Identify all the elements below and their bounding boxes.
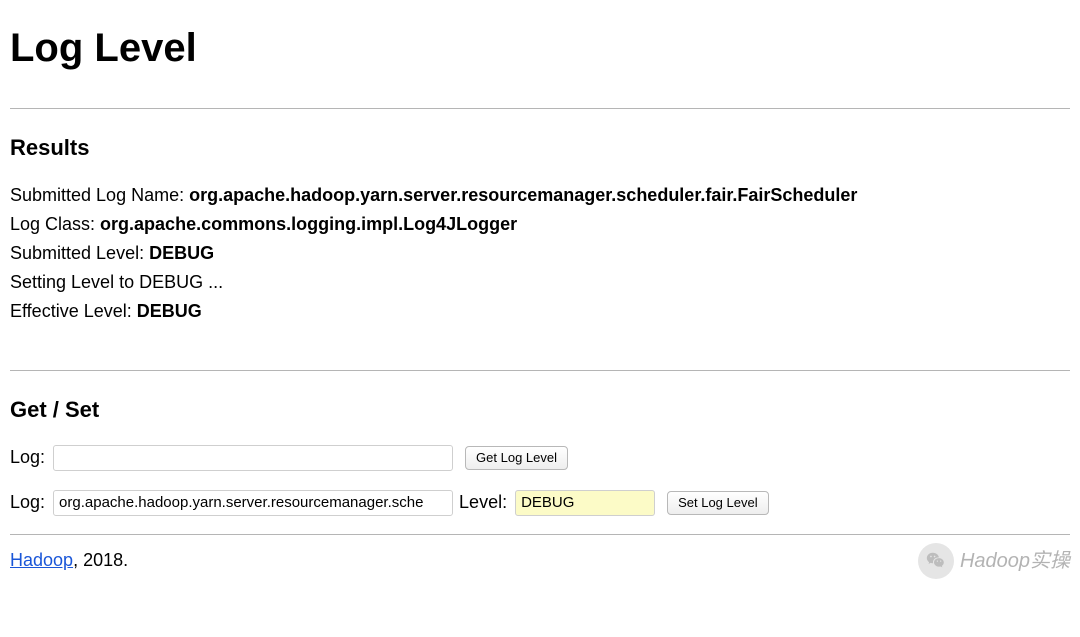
set-level-input[interactable]	[515, 490, 655, 516]
submitted-level-value: DEBUG	[149, 243, 214, 263]
set-level-label: Level:	[459, 489, 507, 516]
hadoop-link[interactable]: Hadoop	[10, 550, 73, 570]
log-class-line: Log Class: org.apache.commons.logging.im…	[10, 211, 1070, 238]
submitted-log-name-value: org.apache.hadoop.yarn.server.resourcema…	[189, 185, 857, 205]
effective-level-label: Effective Level:	[10, 301, 137, 321]
divider-bottom	[10, 534, 1070, 535]
submitted-level-label: Submitted Level:	[10, 243, 149, 263]
page-title: Log Level	[10, 18, 1070, 78]
divider-middle	[10, 370, 1070, 371]
set-form-row: Log: Level: Set Log Level	[10, 489, 1070, 516]
getset-heading: Get / Set	[10, 393, 1070, 426]
setting-level-line: Setting Level to DEBUG ...	[10, 269, 1070, 296]
submitted-log-name-line: Submitted Log Name: org.apache.hadoop.ya…	[10, 182, 1070, 209]
effective-level-line: Effective Level: DEBUG	[10, 298, 1070, 325]
effective-level-value: DEBUG	[137, 301, 202, 321]
log-class-label: Log Class:	[10, 214, 100, 234]
get-form-row: Log: Get Log Level	[10, 444, 1070, 471]
divider-top	[10, 108, 1070, 109]
get-log-input[interactable]	[53, 445, 453, 471]
footer: Hadoop, 2018.	[10, 547, 1070, 574]
log-class-value: org.apache.commons.logging.impl.Log4JLog…	[100, 214, 517, 234]
submitted-level-line: Submitted Level: DEBUG	[10, 240, 1070, 267]
set-log-input[interactable]	[53, 490, 453, 516]
footer-year: , 2018.	[73, 550, 128, 570]
get-log-label: Log:	[10, 444, 45, 471]
results-heading: Results	[10, 131, 1070, 164]
submitted-log-name-label: Submitted Log Name:	[10, 185, 189, 205]
set-log-level-button[interactable]: Set Log Level	[667, 491, 769, 515]
get-log-level-button[interactable]: Get Log Level	[465, 446, 568, 470]
set-log-label: Log:	[10, 489, 45, 516]
